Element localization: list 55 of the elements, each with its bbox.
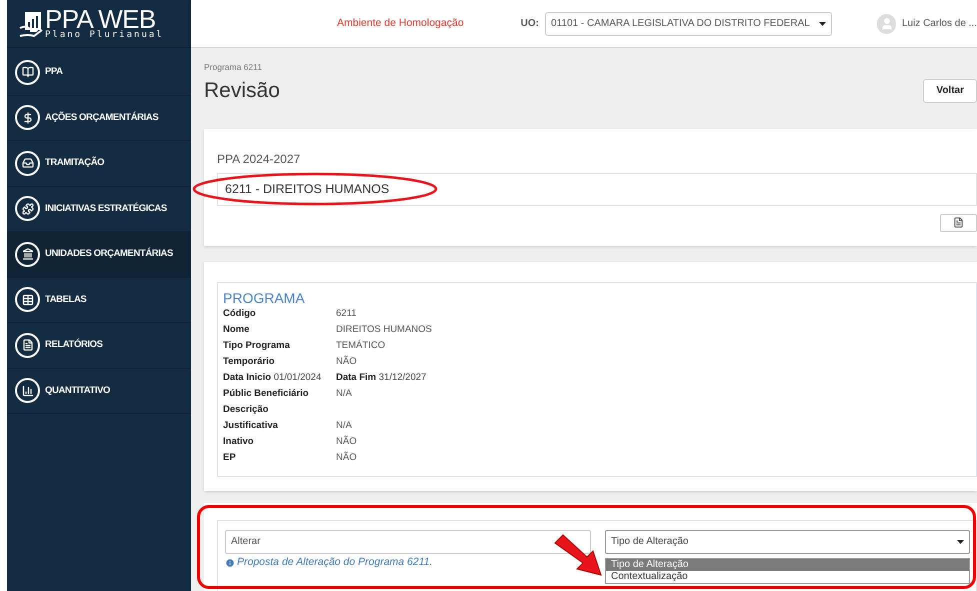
field-label: Inativo xyxy=(223,434,255,449)
ppa-heading: PPA 2024-2027 xyxy=(217,150,302,168)
sidebar-item[interactable]: TABELAS xyxy=(7,278,191,323)
programa-heading: PROGRAMA xyxy=(223,290,306,306)
document-icon xyxy=(15,332,40,358)
end-date: Data Fim 31/12/2027 xyxy=(336,370,426,385)
field-value: DIREITOS HUMANOS xyxy=(336,322,432,337)
logo-icon xyxy=(19,10,43,38)
bank-icon xyxy=(15,242,40,267)
bar-chart-icon xyxy=(15,378,40,404)
user-name[interactable]: Luiz Carlos de ... xyxy=(902,16,977,31)
start-date: Data Inicio 01/01/2024 xyxy=(223,370,322,385)
table-icon xyxy=(15,287,40,312)
program-field: 6211 - DIREITOS HUMANOS xyxy=(217,172,977,206)
field-value: TEMÁTICO xyxy=(336,338,386,353)
dollar-icon xyxy=(15,105,40,130)
avatar-icon xyxy=(877,14,896,34)
uo-label: UO: xyxy=(520,17,540,31)
caret-icon xyxy=(957,540,964,544)
action-select[interactable]: Alterar xyxy=(225,530,591,554)
field-value: N/A xyxy=(336,418,352,433)
field-value: NÃO xyxy=(336,434,357,449)
annotation-arrow xyxy=(553,533,603,577)
inbox-icon xyxy=(15,150,40,176)
dropdown-option[interactable]: Tipo de Alteração xyxy=(606,558,969,571)
info-icon xyxy=(225,558,235,568)
back-button[interactable]: Voltar xyxy=(923,78,977,103)
page-title: Revisão xyxy=(204,78,280,104)
environment-label: Ambiente de Homologação xyxy=(337,16,464,31)
book-icon xyxy=(15,60,40,85)
puzzle-icon xyxy=(15,196,40,222)
caret-icon xyxy=(819,22,826,26)
field-label: Descrição xyxy=(223,402,270,417)
sidebar-item[interactable]: QUANTITATIVO xyxy=(7,368,191,414)
sidebar-item[interactable]: UNIDADES ORÇAMENTÁRIAS xyxy=(7,232,191,278)
logo-subtitle: Plano Plurianual xyxy=(45,31,164,40)
field-label: Justificativa xyxy=(223,418,279,433)
type-select[interactable]: Tipo de Alteração xyxy=(605,530,970,554)
field-value: NÃO xyxy=(336,450,357,465)
field-label: EP xyxy=(223,450,237,465)
field-value: N/A xyxy=(336,386,352,401)
field-label: Nome xyxy=(223,322,250,337)
breadcrumb: Programa 6211 xyxy=(204,61,263,74)
field-value: 6211 xyxy=(336,306,356,321)
field-value: NÃO xyxy=(336,354,357,369)
pdf-button[interactable] xyxy=(940,214,977,232)
uo-select[interactable]: 01101 - CAMARA LEGISLATIVA DO DISTRITO FEDERAL xyxy=(545,12,832,36)
field-label: Públic Beneficiário xyxy=(223,386,310,401)
pdf-file-icon xyxy=(953,217,964,228)
logo-title: PPA WEB xyxy=(45,7,156,31)
field-label: Código xyxy=(223,306,257,321)
field-label: Temporário xyxy=(223,354,276,369)
field-label: Tipo Programa xyxy=(223,338,291,353)
sidebar-item[interactable]: INICIATIVAS ESTRATÉGICAS xyxy=(7,186,191,232)
sidebar-item[interactable]: AÇÕES ORÇAMENTÁRIAS xyxy=(7,96,191,141)
